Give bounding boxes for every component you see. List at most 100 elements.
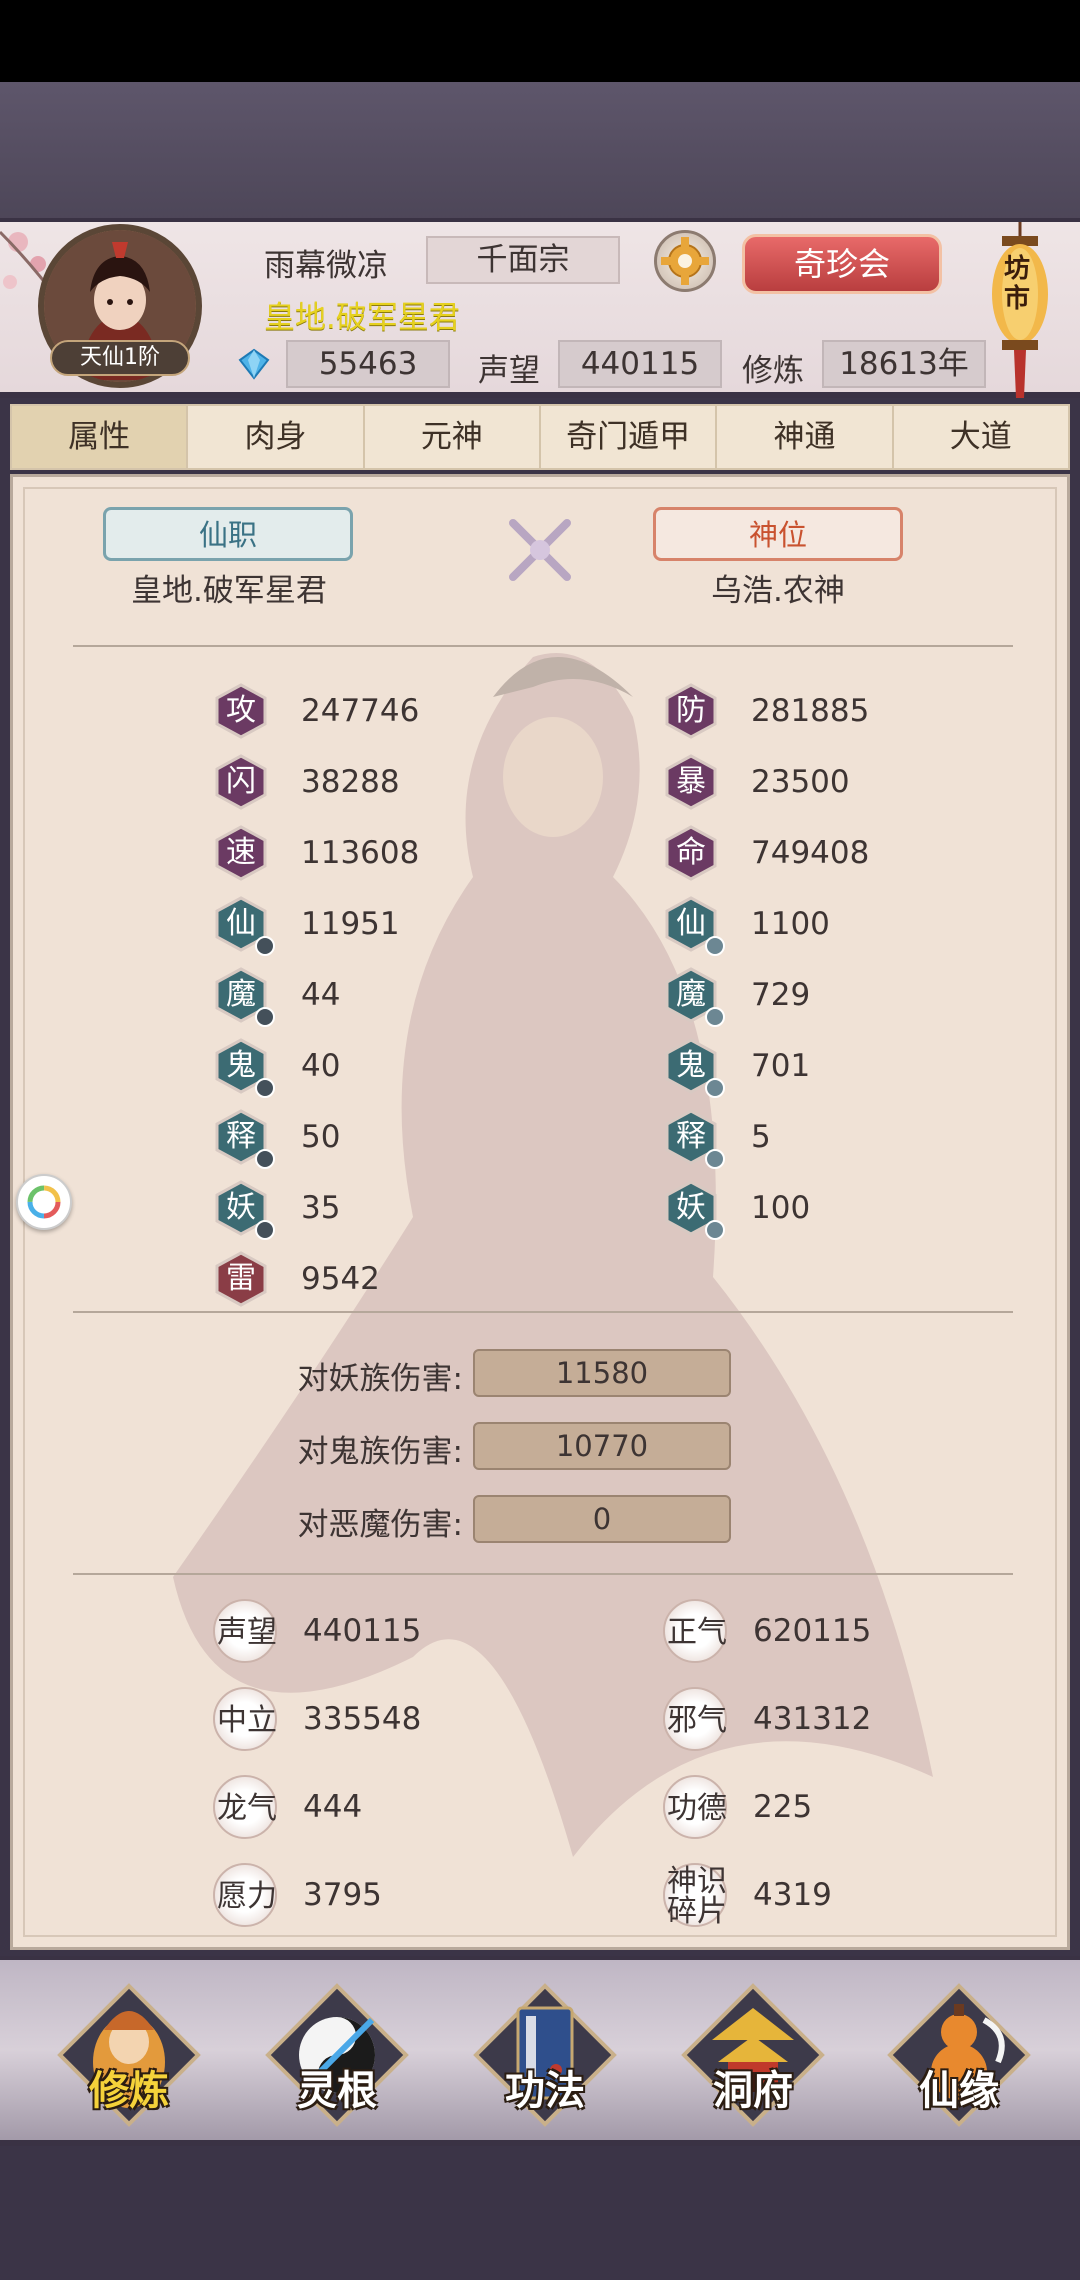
resource-value: 225 xyxy=(753,1789,813,1825)
stat-icon: 仙 xyxy=(213,896,275,956)
stat-row: 攻 247746 xyxy=(213,682,419,740)
stat-value: 113608 xyxy=(301,835,420,871)
treasure-auction-button[interactable]: 奇珍会 xyxy=(742,234,942,294)
nav-label: 灵根 xyxy=(297,2068,377,2114)
stat-icon: 命 xyxy=(663,825,719,881)
stat-row: 鬼 40 xyxy=(213,1037,341,1098)
stat-value: 1100 xyxy=(751,906,830,942)
stat-value: 11951 xyxy=(301,906,400,942)
resource-value: 431312 xyxy=(753,1701,872,1737)
stat-value: 281885 xyxy=(751,693,870,729)
nav-cave-residence[interactable]: 洞府 xyxy=(678,1980,828,2130)
defense-element-badge-icon xyxy=(705,1007,725,1027)
resource-value: 3795 xyxy=(303,1877,382,1913)
market-lantern-button[interactable] xyxy=(990,222,1050,402)
tab-spirit[interactable]: 元神 xyxy=(365,406,541,468)
gear-icon xyxy=(661,237,709,285)
nav-cultivate[interactable]: 修炼 xyxy=(54,1980,204,2130)
stat-icon: 闪 xyxy=(213,754,269,810)
gem-count: 55463 xyxy=(286,340,450,388)
realm-badge: 天仙1阶 xyxy=(50,340,190,376)
tab-qimen[interactable]: 奇门遁甲 xyxy=(541,406,718,468)
assistant-swirl-icon xyxy=(27,1185,61,1219)
crossed-swords-icon xyxy=(509,519,571,581)
stat-row: 妖 100 xyxy=(663,1179,811,1240)
resource-label-line1: 神识 xyxy=(667,1864,727,1899)
lantern-icon xyxy=(992,222,1048,398)
immortal-post-value: 皇地.破军星君 xyxy=(131,573,327,609)
stat-value: 35 xyxy=(301,1190,341,1226)
resource-label-line2: 碎片 xyxy=(667,1894,727,1929)
stat-label: 暴 xyxy=(676,764,706,799)
player-name: 雨幕微凉 xyxy=(264,248,388,284)
resource-row: 正气 620115 xyxy=(663,1599,871,1663)
tab-attributes[interactable]: 属性 xyxy=(12,406,189,468)
resource-label-two-line: 神识 碎片 xyxy=(661,1867,733,1927)
tab-dao[interactable]: 大道 xyxy=(894,406,1068,468)
settings-gear-button[interactable] xyxy=(654,230,716,292)
resource-badge: 声望 xyxy=(213,1599,277,1663)
stat-row: 防 281885 xyxy=(663,682,869,740)
damage-label: 对鬼族伤害: xyxy=(297,1434,463,1470)
stat-icon: 魔 xyxy=(213,967,275,1027)
tab-bar: 属性 肉身 元神 奇门遁甲 神通 大道 xyxy=(10,404,1070,470)
resource-label: 邪气 xyxy=(667,1703,727,1738)
resource-label: 龙气 xyxy=(217,1791,277,1826)
resource-row: 声望 440115 xyxy=(213,1599,421,1663)
resource-row: 邪气 431312 xyxy=(663,1687,871,1751)
god-post-banner: 神位 xyxy=(653,507,903,561)
background-band xyxy=(0,82,1080,222)
stat-label: 闪 xyxy=(226,764,256,799)
floating-assistant-button[interactable] xyxy=(16,1174,72,1230)
resource-row: 龙气 444 xyxy=(213,1775,362,1839)
nav-label: 修炼 xyxy=(89,2068,169,2114)
resource-row: 神识 碎片 4319 xyxy=(663,1863,832,1927)
stat-label: 防 xyxy=(676,693,706,728)
stat-row: 仙 11951 xyxy=(213,895,400,956)
defense-element-badge-icon xyxy=(705,936,725,956)
stat-row: 释5 xyxy=(663,1108,771,1169)
stat-icon: 速 xyxy=(213,825,269,881)
stat-label: 速 xyxy=(226,835,256,870)
tab-body[interactable]: 肉身 xyxy=(188,406,365,468)
stat-value: 44 xyxy=(301,977,341,1013)
cultivation-label: 修炼 xyxy=(742,353,804,389)
reputation-label: 声望 xyxy=(478,353,540,389)
gem-icon xyxy=(238,348,270,380)
damage-value: 11580 xyxy=(473,1349,731,1397)
resource-value: 440115 xyxy=(303,1613,422,1649)
attack-element-badge-icon xyxy=(255,1078,275,1098)
resource-row: 中立 335548 xyxy=(213,1687,421,1751)
section-divider xyxy=(73,645,1013,647)
attributes-panel: 仙职 皇地.破军星君 神位 乌浩.农神 攻 247746 闪 38288 速 113608… xyxy=(10,474,1070,1950)
immortal-post-banner: 仙职 xyxy=(103,507,353,561)
stat-value: 40 xyxy=(301,1048,341,1084)
damage-label: 对妖族伤害: xyxy=(297,1361,463,1397)
god-post-value: 乌浩.农神 xyxy=(711,573,845,609)
nav-label: 洞府 xyxy=(713,2068,793,2114)
stat-row: 暴 23500 xyxy=(663,753,850,811)
attack-element-badge-icon xyxy=(255,936,275,956)
resource-badge: 龙气 xyxy=(213,1775,277,1839)
nav-technique[interactable]: 功法 xyxy=(470,1980,620,2130)
section-divider xyxy=(73,1311,1013,1313)
tab-divine-power[interactable]: 神通 xyxy=(717,406,894,468)
stat-value: 5 xyxy=(751,1119,771,1155)
stat-icon: 鬼 xyxy=(663,1038,725,1098)
stat-icon: 魔 xyxy=(663,967,725,1027)
nav-spirit-root[interactable]: 灵根 xyxy=(262,1980,412,2130)
stat-row: 鬼 701 xyxy=(663,1037,810,1098)
resource-badge: 神识 碎片 xyxy=(663,1863,727,1927)
resource-label: 声望 xyxy=(217,1615,277,1650)
stat-label: 命 xyxy=(676,835,706,870)
nav-immortal-fate[interactable]: 仙缘 xyxy=(884,1980,1034,2130)
resource-label: 中立 xyxy=(217,1703,277,1738)
damage-value: 10770 xyxy=(473,1422,731,1470)
stat-value: 100 xyxy=(751,1190,811,1226)
resource-badge: 正气 xyxy=(663,1599,727,1663)
stat-value: 50 xyxy=(301,1119,341,1155)
stat-row: 速 113608 xyxy=(213,824,419,882)
stat-value: 9542 xyxy=(301,1261,380,1297)
stat-row: 闪 38288 xyxy=(213,753,400,811)
stat-row: 释 50 xyxy=(213,1108,341,1169)
